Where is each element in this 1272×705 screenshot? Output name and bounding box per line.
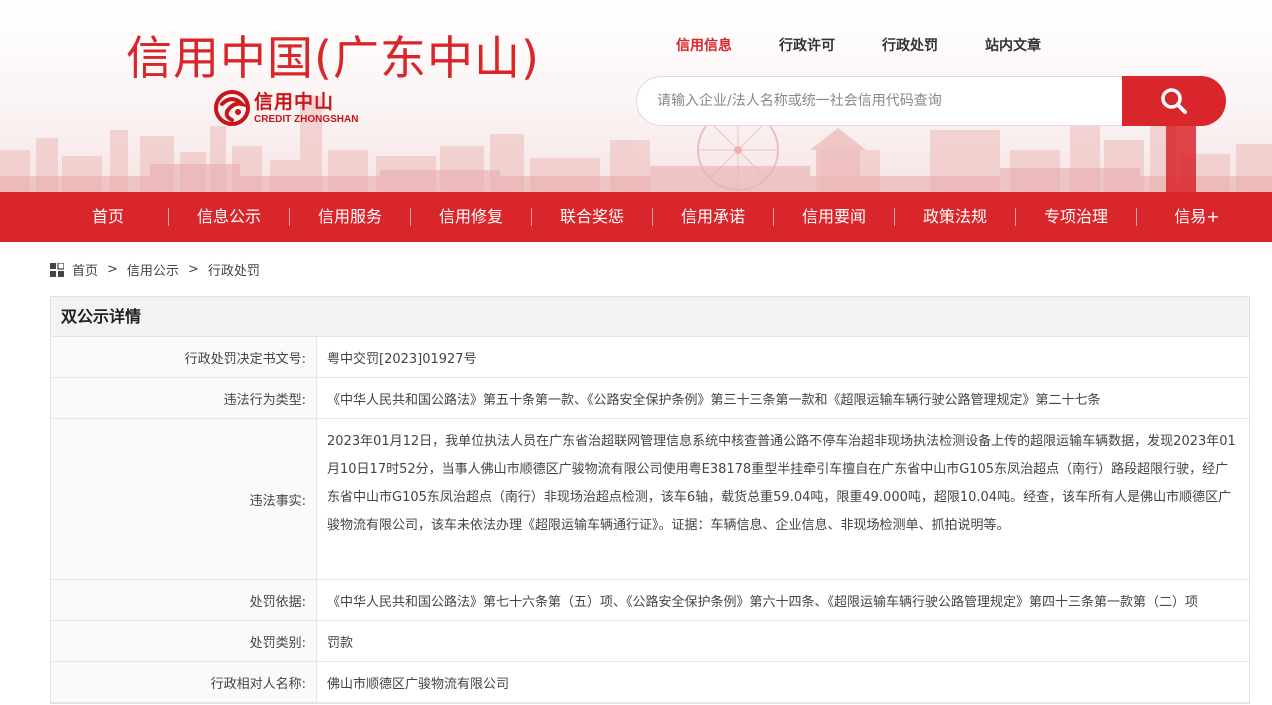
detail-row-penalty-category: 处罚类别: 罚款 (51, 621, 1249, 662)
detail-row-counterparty-name: 行政相对人名称: 佛山市顺德区广骏物流有限公司 (51, 662, 1249, 703)
search-bar (636, 76, 1226, 126)
logo-chinese-text: 信用中山 (254, 90, 335, 113)
site-title: 信用中国(广东中山) (126, 31, 540, 85)
detail-label: 违法行为类型: (51, 378, 317, 418)
main-nav-xinyi-plus[interactable]: 信易+ (1137, 192, 1257, 242)
top-nav-site-articles[interactable]: 站内文章 (985, 36, 1041, 56)
main-nav-credit-repair[interactable]: 信用修复 (411, 192, 531, 242)
breadcrumb-separator: > (187, 262, 199, 277)
magnifier-icon (1161, 88, 1187, 114)
detail-value: 罚款 (327, 635, 354, 651)
search-button[interactable] (1122, 76, 1226, 126)
top-nav-credit-info[interactable]: 信用信息 (676, 36, 732, 56)
detail-value: 佛山市顺德区广骏物流有限公司 (327, 676, 510, 692)
main-nav: 首页 信息公示 信用服务 信用修复 联合奖惩 信用承诺 信用要闻 政策法规 专项… (0, 192, 1272, 242)
logo-english-text: CREDIT ZHONGSHAN (254, 113, 359, 125)
top-nav-admin-license[interactable]: 行政许可 (779, 36, 835, 56)
detail-label: 行政相对人名称: (51, 662, 317, 702)
detail-value: 2023年01月12日，我单位执法人员在广东省治超联网管理信息系统中核查普通公路… (327, 434, 1236, 533)
top-nav-admin-penalty[interactable]: 行政处罚 (882, 36, 938, 56)
detail-label: 处罚依据: (51, 580, 317, 620)
site-header: 信用中国(广东中山) 信用中山 CREDIT ZHONGSHAN 信用信息 行政… (0, 0, 1272, 192)
detail-row-penalty-basis: 处罚依据: 《中华人民共和国公路法》第七十六条第（五）项、《公路安全保护条例》第… (51, 580, 1249, 621)
detail-panel: 双公示详情 行政处罚决定书文号: 粤中交罚[2023]01927号 违法行为类型… (50, 296, 1250, 704)
detail-label: 违法事实: (51, 419, 317, 579)
detail-row-decision-number: 行政处罚决定书文号: 粤中交罚[2023]01927号 (51, 337, 1249, 378)
top-nav: 信用信息 行政许可 行政处罚 站内文章 (676, 36, 1088, 56)
search-input[interactable] (636, 76, 1122, 126)
detail-value: 《中华人民共和国公路法》第五十条第一款、《公路安全保护条例》第三十三条第一款和《… (327, 392, 1101, 408)
breadcrumb-credit-publicity[interactable]: 信用公示 (127, 260, 179, 279)
main-nav-credit-service[interactable]: 信用服务 (290, 192, 410, 242)
main-nav-policy-law[interactable]: 政策法规 (895, 192, 1015, 242)
grid-icon (50, 262, 64, 277)
detail-label: 行政处罚决定书文号: (51, 337, 317, 377)
detail-panel-title: 双公示详情 (51, 297, 1249, 337)
breadcrumb-admin-penalty[interactable]: 行政处罚 (208, 260, 260, 279)
main-nav-joint-reward-punish[interactable]: 联合奖惩 (532, 192, 652, 242)
main-nav-credit-commitment[interactable]: 信用承诺 (653, 192, 773, 242)
main-nav-home[interactable]: 首页 (48, 192, 168, 242)
detail-row-violation-type: 违法行为类型: 《中华人民共和国公路法》第五十条第一款、《公路安全保护条例》第三… (51, 378, 1249, 419)
detail-value: 《中华人民共和国公路法》第七十六条第（五）项、《公路安全保护条例》第六十四条、《… (327, 594, 1199, 610)
breadcrumb: 首页 > 信用公示 > 行政处罚 (50, 260, 260, 279)
breadcrumb-home[interactable]: 首页 (72, 260, 98, 279)
detail-row-violation-facts: 违法事实: 2023年01月12日，我单位执法人员在广东省治超联网管理信息系统中… (51, 419, 1249, 580)
detail-label: 处罚类别: (51, 621, 317, 661)
site-logo[interactable]: 信用中山 CREDIT ZHONGSHAN (214, 90, 358, 126)
credit-zhongshan-logo-icon (214, 90, 250, 126)
main-nav-special-governance[interactable]: 专项治理 (1016, 192, 1136, 242)
breadcrumb-separator: > (107, 262, 118, 277)
detail-value: 粤中交罚[2023]01927号 (327, 351, 477, 367)
main-nav-credit-news[interactable]: 信用要闻 (774, 192, 894, 242)
main-nav-info-publicity[interactable]: 信息公示 (169, 192, 289, 242)
